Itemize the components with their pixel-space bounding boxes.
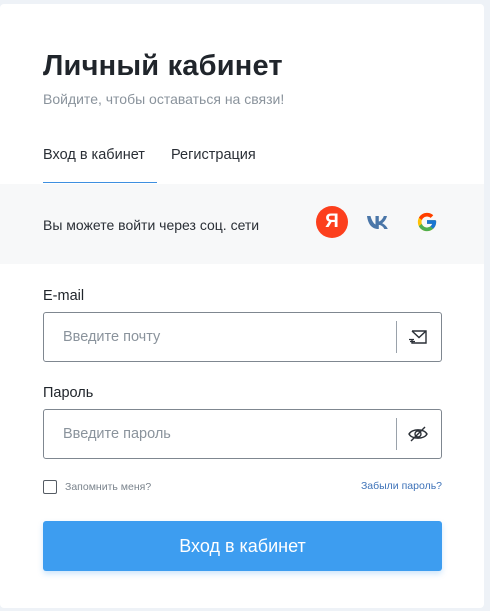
email-input[interactable] [45, 314, 395, 360]
remember-me[interactable]: Запомнить меня? [43, 480, 151, 494]
yandex-icon: Я [325, 211, 339, 232]
login-card: Личный кабинет Войдите, чтобы оставаться… [0, 4, 484, 608]
login-submit-button[interactable]: Вход в кабинет [43, 521, 442, 571]
google-icon [417, 212, 437, 232]
password-field-wrapper [43, 409, 442, 459]
google-login-button[interactable] [411, 206, 443, 238]
auth-tabs: Вход в кабинет Регистрация [43, 144, 443, 184]
page-title: Личный кабинет [43, 50, 283, 82]
vk-login-button[interactable] [363, 206, 395, 238]
mail-icon [402, 322, 434, 352]
password-label: Пароль [43, 385, 94, 401]
tab-register[interactable]: Регистрация [171, 144, 256, 183]
field-divider [396, 418, 397, 450]
social-login-section: Вы можете войти через соц. сети Я [0, 184, 484, 264]
email-label: E-mail [43, 288, 85, 304]
page-subtitle: Войдите, чтобы оставаться на связи! [43, 91, 285, 107]
password-input[interactable] [45, 411, 395, 457]
social-login-text: Вы можете войти через соц. сети [43, 217, 260, 233]
eye-off-icon[interactable] [402, 419, 434, 449]
tab-login[interactable]: Вход в кабинет [43, 144, 157, 183]
vk-icon [367, 216, 388, 229]
field-divider [396, 321, 397, 353]
remember-checkbox[interactable] [43, 480, 57, 494]
forgot-password-link[interactable]: Забыли пароль? [361, 480, 442, 492]
yandex-login-button[interactable]: Я [316, 206, 348, 238]
email-field-wrapper [43, 312, 442, 362]
remember-label: Запомнить меня? [65, 481, 152, 493]
